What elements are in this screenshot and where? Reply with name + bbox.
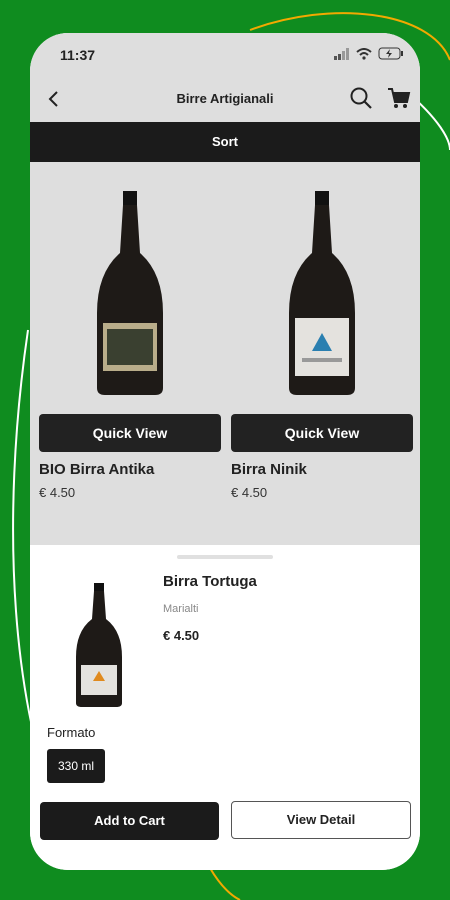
format-option-chip[interactable]: 330 ml <box>47 749 105 783</box>
app-bar: Birre Artigianali <box>30 77 420 121</box>
dimmed-product-list: 11:37 Birre Artigianali Sort Quick View … <box>30 33 420 545</box>
format-label: Formato <box>47 725 96 740</box>
status-time: 11:37 <box>60 47 96 63</box>
quick-view-sheet: Birra Tortuga Marialti € 4.50 Formato 33… <box>30 545 420 870</box>
product-image <box>97 191 163 395</box>
signal-icon <box>334 47 349 60</box>
status-bar: 11:37 <box>30 33 420 77</box>
sort-button[interactable]: Sort <box>30 122 420 162</box>
product-name: BIO Birra Antika <box>39 461 155 478</box>
sheet-product-image <box>76 583 122 707</box>
product-price: € 4.50 <box>39 485 76 500</box>
add-to-cart-button[interactable]: Add to Cart <box>40 802 219 840</box>
phone-screen: 11:37 Birre Artigianali Sort Quick View … <box>30 33 420 870</box>
sheet-product-name: Birra Tortuga <box>163 573 257 590</box>
drag-handle[interactable] <box>177 555 273 559</box>
search-icon[interactable] <box>348 85 374 111</box>
cart-icon[interactable] <box>386 85 412 111</box>
product-price: € 4.50 <box>231 485 268 500</box>
battery-charging-icon <box>378 47 403 60</box>
quick-view-button[interactable]: Quick View <box>231 414 413 452</box>
quick-view-button[interactable]: Quick View <box>39 414 221 452</box>
status-icons <box>334 47 404 60</box>
product-image <box>289 191 355 395</box>
wifi-icon <box>356 47 372 60</box>
sheet-product-brand: Marialti <box>163 603 199 615</box>
sheet-product-price: € 4.50 <box>163 628 200 643</box>
product-name: Birra Ninik <box>231 461 307 478</box>
view-detail-button[interactable]: View Detail <box>231 801 411 839</box>
